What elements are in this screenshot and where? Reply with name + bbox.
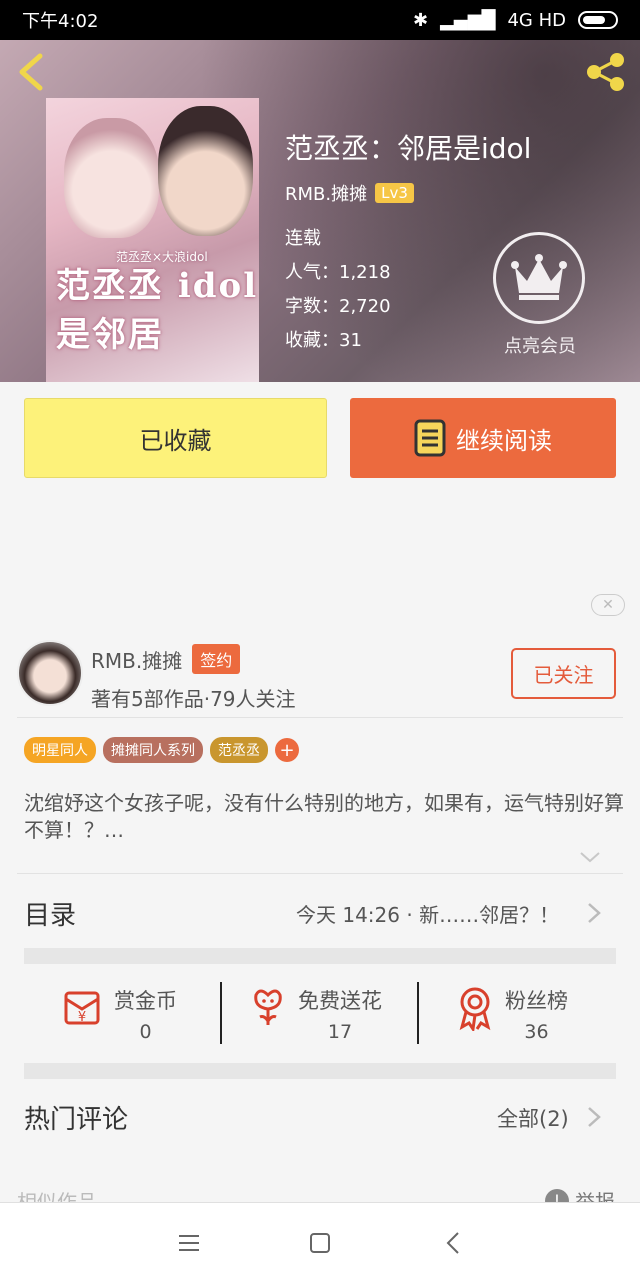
medal-icon [459, 987, 491, 1031]
stat-label: 免费送花 [298, 989, 382, 1013]
hot-comments-title: 热门评论 [24, 1105, 129, 1135]
divider [220, 982, 222, 1044]
fan-ranking-stat[interactable]: 粉丝榜 36 [455, 985, 568, 1043]
book-status: 连载 [285, 228, 321, 249]
book-title: 范丞丞：邻居是idol [285, 132, 532, 165]
author-name-row: RMB.摊摊 签约 [91, 644, 241, 674]
menu-icon[interactable] [175, 1229, 203, 1257]
synopsis[interactable]: 沈绾妤这个女孩子呢，没有什么特别的地方，如果有，运气特别好算不算！？… [24, 790, 624, 844]
catalog-latest-chapter[interactable]: 今天 14:26 · 新……邻居？！ [296, 899, 559, 928]
stat-label: 赏金币 [114, 989, 177, 1013]
red-envelope-icon: ¥ [64, 991, 100, 1025]
book-word-count: 字数：2,720 [285, 296, 391, 317]
cover-girl-image [64, 118, 159, 238]
tag-item[interactable]: 范丞丞 [210, 737, 268, 763]
book-header: 范丞丞×大浪idol 范丞丞 idol是邻居 范丞丞：邻居是idol RMB.摊… [0, 40, 640, 382]
divider [17, 873, 623, 874]
vip-badge[interactable]: 点亮会员 [493, 232, 587, 358]
system-nav-bar [0, 1202, 640, 1280]
cover-boy-image [158, 106, 253, 236]
signed-badge: 签约 [192, 644, 241, 674]
book-popularity: 人气：1,218 [285, 262, 391, 283]
collected-label: 已收藏 [139, 426, 212, 455]
share-icon[interactable] [584, 52, 628, 92]
all-comments-link[interactable]: 全部(2) [497, 1103, 569, 1133]
cover-title-art: 范丞丞 idol是邻居 [56, 266, 259, 355]
flower-icon [254, 989, 282, 1025]
tag-list: 明星同人 摊摊同人系列 范丞丞 + [24, 737, 299, 763]
vip-label: 点亮会员 [504, 336, 576, 357]
follow-button[interactable]: 已关注 [511, 648, 616, 699]
book-author[interactable]: RMB.摊摊 [285, 180, 367, 206]
book-cover[interactable]: 范丞丞×大浪idol 范丞丞 idol是邻居 [46, 98, 259, 382]
back-icon[interactable] [12, 50, 52, 94]
send-flower-stat[interactable]: 免费送花 17 [248, 985, 382, 1043]
section-separator [24, 1063, 616, 1079]
signal-icon: ▂▄▆█ [440, 9, 496, 31]
chevron-down-icon[interactable] [578, 848, 602, 866]
stat-value: 36 [524, 1021, 549, 1043]
tag-item[interactable]: 摊摊同人系列 [103, 737, 203, 763]
chevron-right-icon[interactable] [586, 902, 602, 924]
stat-value: 17 [327, 1021, 353, 1043]
catalog-title[interactable]: 目录 [24, 895, 76, 932]
tag-item[interactable]: 明星同人 [24, 737, 96, 763]
author-name[interactable]: RMB.摊摊 [91, 645, 182, 674]
follow-label: 已关注 [533, 663, 594, 687]
collected-button[interactable]: 已收藏 [24, 398, 327, 478]
book-icon [414, 419, 446, 457]
book-author-line: RMB.摊摊 Lv3 [285, 180, 414, 206]
divider [17, 717, 623, 718]
chevron-right-icon[interactable] [586, 1106, 602, 1128]
battery-icon [578, 11, 618, 29]
status-icons: ✱ ▂▄▆█ 4G HD [413, 10, 618, 31]
divider [417, 982, 419, 1044]
reward-coins-stat[interactable]: ¥ 赏金币 0 [60, 985, 177, 1043]
level-badge: Lv3 [375, 183, 414, 203]
continue-reading-label: 继续阅读 [456, 426, 552, 455]
author-meta: 著有5部作品·79人关注 [91, 687, 296, 711]
svg-text:¥: ¥ [78, 1010, 86, 1025]
bluetooth-icon: ✱ [413, 9, 429, 31]
home-icon[interactable] [306, 1229, 334, 1257]
book-favorites: 收藏：31 [285, 330, 362, 351]
status-bar: 下午4:02 ✱ ▂▄▆█ 4G HD [0, 0, 640, 40]
back-nav-icon[interactable] [440, 1229, 468, 1257]
close-ad-button[interactable]: ✕ [591, 594, 625, 616]
stat-label: 粉丝榜 [505, 989, 568, 1013]
network-label: 4G HD [507, 9, 566, 31]
author-avatar[interactable] [17, 640, 83, 706]
crown-icon [493, 232, 585, 324]
stat-value: 0 [139, 1021, 152, 1043]
status-time: 下午4:02 [22, 11, 99, 32]
continue-reading-button[interactable]: 继续阅读 [350, 398, 616, 478]
section-separator [24, 948, 616, 964]
add-tag-button[interactable]: + [275, 738, 299, 762]
